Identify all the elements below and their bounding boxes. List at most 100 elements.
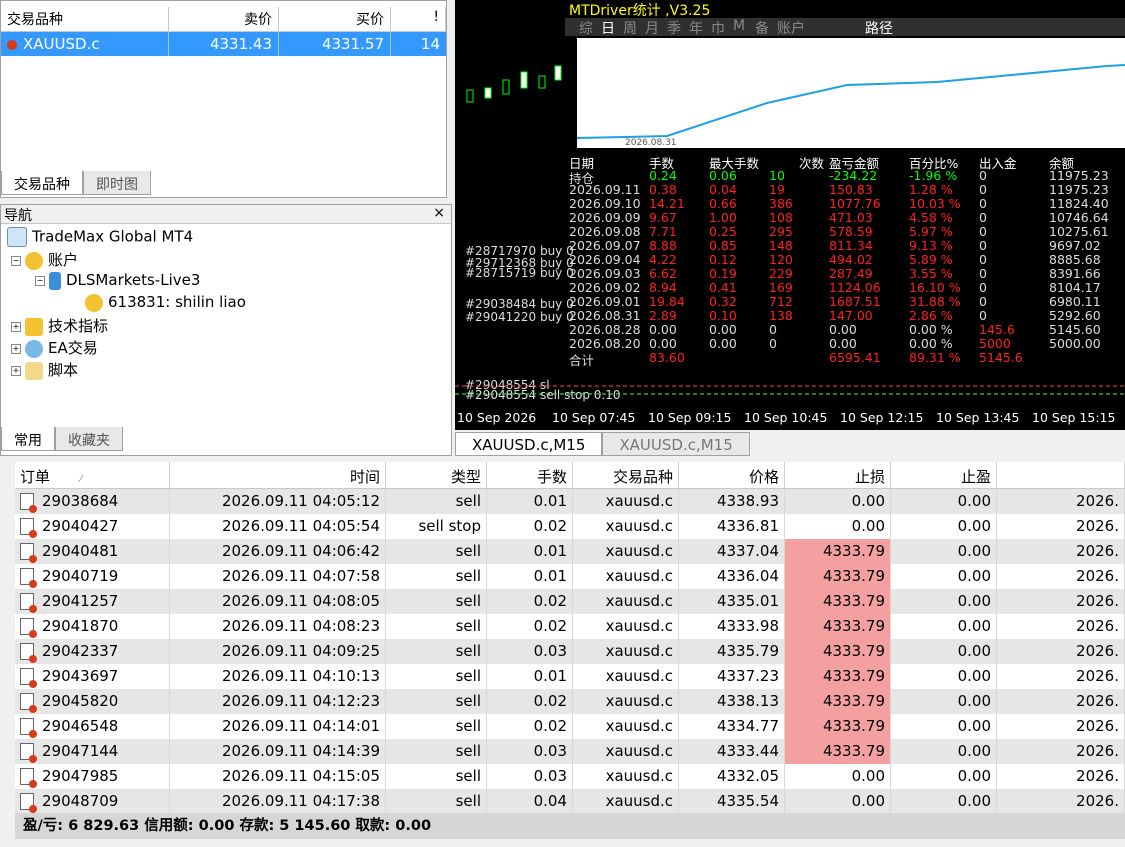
order-icon <box>20 543 37 563</box>
nav-root[interactable]: TradeMax Global MT4 <box>7 227 193 247</box>
expand-icon[interactable]: + <box>11 365 21 376</box>
period-tab-5[interactable]: 年 <box>689 18 703 38</box>
order-cell-7: 0.00 <box>891 539 997 564</box>
period-tab-9[interactable]: 账户 <box>777 18 805 38</box>
order-cell-5: 4337.23 <box>679 664 785 689</box>
period-tab-8[interactable]: 备 <box>755 18 769 38</box>
period-tab-4[interactable]: 季 <box>667 18 681 38</box>
table-row[interactable]: 29038684 2026.09.11 04:05:12 sell 0.01 xauus… <box>15 489 1125 515</box>
table-row[interactable]: 29046548 2026.09.11 04:14:01 sell 0.02 xauus… <box>15 714 1125 740</box>
tab-common[interactable]: 常用 <box>1 427 55 451</box>
table-row[interactable]: 29047985 2026.09.11 04:15:05 sell 0.03 xauus… <box>15 764 1125 790</box>
period-tab-7[interactable]: M <box>733 18 745 34</box>
nav-account[interactable]: 613831: shilin liao <box>85 293 246 312</box>
indicator-icon <box>25 317 43 336</box>
order-cell-8: 2026. <box>997 514 1125 539</box>
table-row[interactable]: 29042337 2026.09.11 04:09:25 sell 0.03 xauus… <box>15 639 1125 665</box>
stats-cell-4-7: 10275.61 <box>1049 224 1109 239</box>
order-id: 29047144 <box>42 742 119 760</box>
orders-col-2[interactable]: 类型 <box>386 462 487 488</box>
nav-server[interactable]: − DLSMarkets-Live3 <box>35 271 200 290</box>
stats-cell-4-3: 295 <box>769 224 793 239</box>
orders-col-0[interactable]: 订单 ⁄ <box>15 462 170 488</box>
balance-text: 盈/亏: 6 829.63 信用额: 0.00 存款: 5 145.60 取款:… <box>23 818 432 834</box>
path-tab[interactable]: 路径 <box>865 18 893 38</box>
col-bid[interactable]: 卖价 <box>169 7 279 31</box>
order-cell-5: 4334.77 <box>679 714 785 739</box>
orders-col-1[interactable]: 时间 <box>170 462 386 488</box>
collapse-icon[interactable]: − <box>11 255 21 266</box>
order-cell-1: 2026.09.11 04:09:25 <box>170 639 386 664</box>
table-row[interactable]: 29041257 2026.09.11 04:08:05 sell 0.02 xauus… <box>15 589 1125 615</box>
order-cell-6: 0.00 <box>785 514 891 539</box>
order-cell-2: sell <box>386 614 487 639</box>
order-cell-5: 4332.05 <box>679 764 785 789</box>
nav-ea[interactable]: + EA交易 <box>11 337 98 358</box>
stats-cell-7-4: 287.49 <box>829 266 873 281</box>
tab-tick-chart[interactable]: 即时图 <box>83 171 151 195</box>
price-chart[interactable]: MTDriver统计 ,V3.25 综日周月季年巾 M 备账户 路径 2026.08.… <box>455 0 1125 430</box>
stats-cell-3-0: 2026.09.09 <box>569 210 641 225</box>
nav-scripts[interactable]: + 脚本 <box>11 359 78 380</box>
tab-symbols[interactable]: 交易品种 <box>1 171 83 195</box>
expand-icon[interactable]: + <box>11 321 21 332</box>
order-cell-6: 4333.79 <box>785 714 891 739</box>
sort-icon: ⁄ <box>80 474 82 485</box>
col-symbol[interactable]: 交易品种 <box>1 7 169 31</box>
period-tab-1[interactable]: 日 <box>601 18 615 38</box>
col-spread[interactable]: ! <box>391 7 446 31</box>
stats-cell-0-3: 10 <box>769 168 785 183</box>
orders-col-5[interactable]: 价格 <box>679 462 785 488</box>
stats-cell-6-0: 2026.09.04 <box>569 252 641 267</box>
table-row[interactable]: 29040719 2026.09.11 04:07:58 sell 0.01 xauus… <box>15 564 1125 590</box>
stats-cell-5-1: 8.88 <box>649 238 677 253</box>
nav-root-label: TradeMax Global MT4 <box>32 227 194 246</box>
stats-cell-13-6: 5145.6 <box>979 350 1023 365</box>
order-cell-6: 4333.79 <box>785 639 891 664</box>
order-cell-5: 4333.98 <box>679 614 785 639</box>
stats-cell-12-6: 5000 <box>979 336 1011 351</box>
candle <box>502 79 510 95</box>
order-icon <box>20 718 37 738</box>
table-row[interactable]: 29040481 2026.09.11 04:06:42 sell 0.01 xauus… <box>15 539 1125 565</box>
collapse-icon[interactable]: − <box>35 275 45 286</box>
user-icon <box>85 293 103 312</box>
nav-indicators[interactable]: + 技术指标 <box>11 315 108 336</box>
table-row[interactable]: 29040427 2026.09.11 04:05:54 sell stop 0.02… <box>15 514 1125 540</box>
nav-accounts[interactable]: − 账户 <box>11 249 78 270</box>
table-row[interactable]: 29045820 2026.09.11 04:12:23 sell 0.02 xauus… <box>15 689 1125 715</box>
stats-cell-1-0: 2026.09.11 <box>569 182 641 197</box>
stats-cell-8-7: 8104.17 <box>1049 280 1101 295</box>
stats-cell-11-1: 0.00 <box>649 322 677 337</box>
orders-col-6[interactable]: 止损 <box>785 462 891 488</box>
stats-cell-9-4: 1687.51 <box>829 294 881 309</box>
orders-col-8[interactable] <box>997 462 1125 488</box>
chart-tab-2[interactable]: XAUUSD.c,M15 <box>602 432 750 456</box>
order-cell-5: 4338.93 <box>679 489 785 514</box>
stats-cell-0-7: 11975.23 <box>1049 168 1109 183</box>
order-cell-1: 2026.09.11 04:14:39 <box>170 739 386 764</box>
order-cell-2: sell <box>386 564 487 589</box>
period-tab-0[interactable]: 综 <box>579 18 593 38</box>
table-row[interactable]: 29048709 2026.09.11 04:17:38 sell 0.04 xauus… <box>15 789 1125 815</box>
orders-col-4[interactable]: 交易品种 <box>573 462 679 488</box>
table-row[interactable]: 29043697 2026.09.11 04:10:13 sell 0.01 xauus… <box>15 664 1125 690</box>
period-tab-2[interactable]: 周 <box>623 18 637 38</box>
chart-tab-1[interactable]: XAUUSD.c,M15 <box>455 432 603 456</box>
table-row[interactable]: 29047144 2026.09.11 04:14:39 sell 0.03 xauus… <box>15 739 1125 765</box>
expand-icon[interactable]: + <box>11 343 21 354</box>
close-icon[interactable]: × <box>433 205 445 221</box>
order-icon <box>20 743 37 763</box>
orders-col-7[interactable]: 止盈 <box>891 462 997 488</box>
order-icon <box>20 618 37 638</box>
market-watch-row[interactable]: XAUUSD.c 4331.43 4331.57 14 <box>1 32 446 56</box>
col-ask[interactable]: 买价 <box>279 7 391 31</box>
period-tab-6[interactable]: 巾 <box>711 18 725 38</box>
period-tab-3[interactable]: 月 <box>645 18 659 38</box>
order-cell-3: 0.03 <box>487 639 573 664</box>
table-row[interactable]: 29041870 2026.09.11 04:08:23 sell 0.02 xauus… <box>15 614 1125 640</box>
orders-col-3[interactable]: 手数 <box>487 462 573 488</box>
tab-favorites[interactable]: 收藏夹 <box>55 427 123 451</box>
order-icon <box>20 668 37 688</box>
nav-indicators-label: 技术指标 <box>48 317 109 335</box>
